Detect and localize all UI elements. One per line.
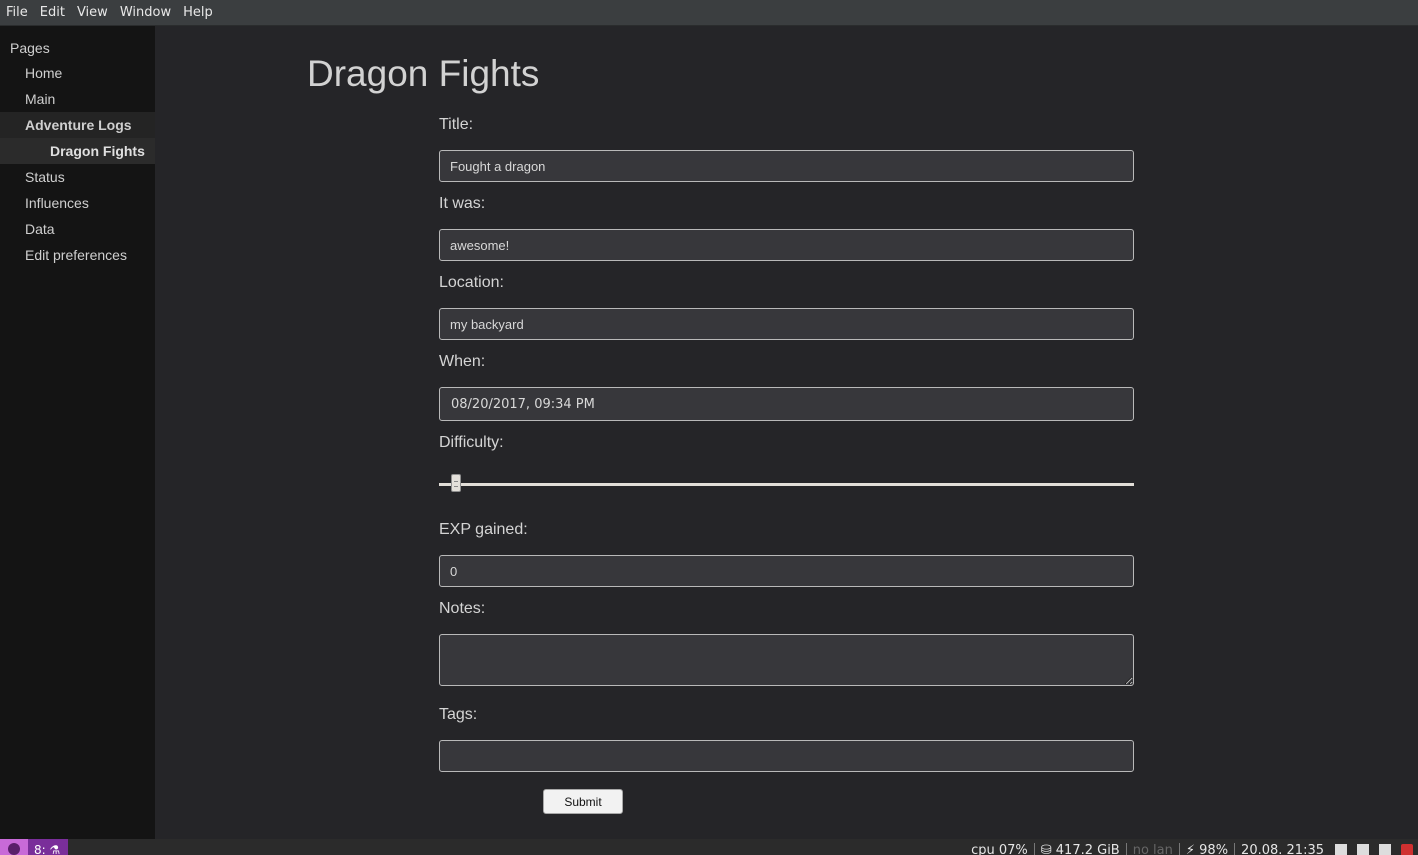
notes-label: Notes: (439, 600, 486, 617)
exp-gained-input[interactable] (439, 555, 1134, 587)
when-datetime-input[interactable] (439, 387, 1134, 421)
bug-icon[interactable] (1401, 844, 1413, 855)
menu-edit[interactable]: Edit (34, 0, 71, 25)
title-input[interactable] (439, 150, 1134, 182)
sidebar-item-dragon-fights[interactable]: Dragon Fights (0, 138, 155, 164)
sidebar-item-status[interactable]: Status (0, 164, 155, 190)
difficulty-label: Difficulty: (439, 434, 504, 451)
location-label: Location: (439, 274, 504, 291)
sidebar-heading: Pages (10, 40, 50, 56)
notes-textarea[interactable] (439, 634, 1134, 686)
when-label: When: (439, 353, 486, 370)
workspace-indicator[interactable]: 8: ⚗ (28, 839, 68, 855)
sidebar-item-home[interactable]: Home (0, 60, 155, 86)
date-time: 20.08. 21:35 (1234, 843, 1330, 855)
menu-help[interactable]: Help (177, 0, 219, 25)
difficulty-slider[interactable] (439, 474, 1134, 496)
location-input[interactable] (439, 308, 1134, 340)
sidebar-item-data[interactable]: Data (0, 216, 155, 242)
lan-status: no lan (1125, 843, 1179, 855)
sidebar-item-adventure-logs[interactable]: Adventure Logs (0, 112, 155, 138)
signal-icon[interactable] (1357, 844, 1369, 855)
main-content: Dragon Fights Title: It was: Location: W… (155, 26, 1418, 839)
menu-window[interactable]: Window (114, 0, 177, 25)
battery-status: ⚡ 98% (1178, 843, 1234, 855)
slider-track[interactable] (439, 483, 1134, 486)
cpu-usage: cpu 07% (971, 843, 1028, 855)
sidebar-item-edit-preferences[interactable]: Edit preferences (0, 242, 155, 268)
it-was-input[interactable] (439, 229, 1134, 261)
sidebar-item-influences[interactable]: Influences (0, 190, 155, 216)
exp-gained-label: EXP gained: (439, 521, 528, 538)
tags-input[interactable] (439, 740, 1134, 772)
launcher-logo-icon[interactable] (0, 839, 28, 855)
sidebar: Pages Home Main Adventure Logs Dragon Fi… (0, 26, 155, 839)
slider-thumb[interactable] (450, 474, 461, 492)
submit-button[interactable]: Submit (543, 789, 623, 814)
status-bar: 8: ⚗ cpu 07% ⛁ 417.2 GiB no lan ⚡ 98% 20… (0, 839, 1418, 855)
sidebar-item-main[interactable]: Main (0, 86, 155, 112)
volume-icon[interactable] (1335, 844, 1347, 855)
title-label: Title: (439, 116, 474, 133)
clipboard-icon[interactable] (1379, 844, 1391, 855)
menu-bar: File Edit View Window Help (0, 0, 1418, 26)
disk-free: ⛁ 417.2 GiB (1033, 843, 1126, 855)
it-was-label: It was: (439, 195, 486, 212)
menu-view[interactable]: View (71, 0, 114, 25)
page-title: Dragon Fights (307, 53, 540, 94)
tags-label: Tags: (439, 706, 478, 723)
menu-file[interactable]: File (0, 0, 34, 25)
